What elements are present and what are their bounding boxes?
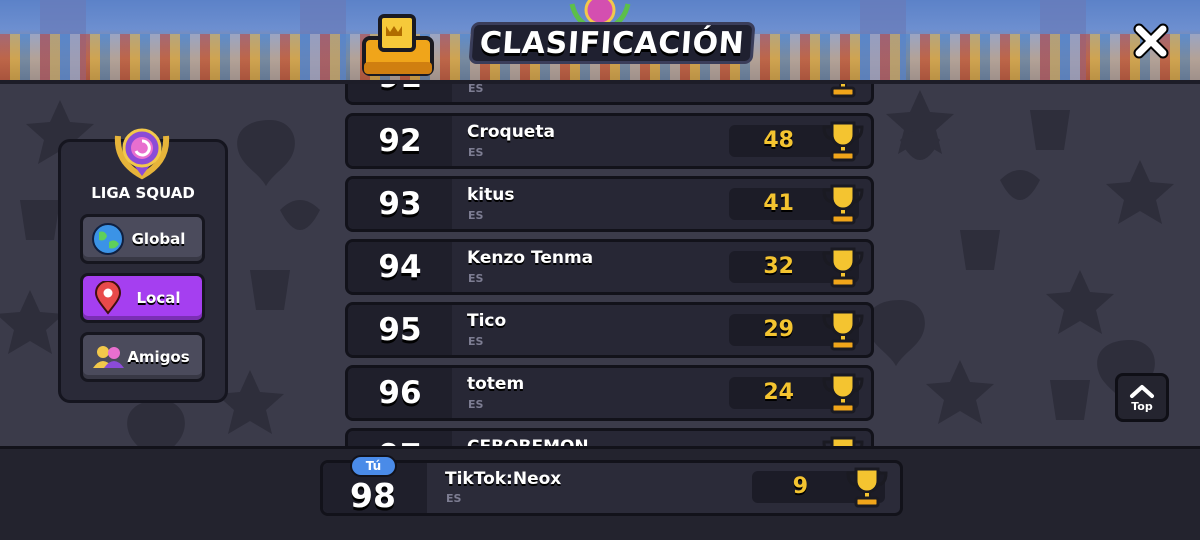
filter-local-label: Local bbox=[136, 289, 181, 307]
trophy-icon bbox=[846, 467, 888, 508]
row-score: 29 bbox=[763, 317, 794, 342]
scroll-top-button[interactable]: Top bbox=[1115, 373, 1169, 422]
row-rank: 95 bbox=[348, 305, 452, 355]
row-player-name: Tico bbox=[467, 311, 507, 331]
friends-icon bbox=[93, 346, 124, 368]
row-score: 32 bbox=[763, 254, 794, 279]
filter-global-button[interactable]: Global bbox=[80, 214, 205, 264]
row-score: 24 bbox=[763, 380, 794, 405]
close-button[interactable] bbox=[1128, 18, 1174, 64]
league-name: LIGA SQUAD bbox=[91, 184, 195, 202]
row-player-name: totem bbox=[467, 374, 525, 394]
close-icon bbox=[1133, 23, 1169, 59]
title-plate: CLASIFICACIÓN bbox=[468, 22, 756, 64]
self-score: 9 bbox=[792, 474, 808, 499]
self-rank: 98 bbox=[350, 476, 396, 515]
row-region: ES bbox=[468, 84, 484, 95]
trophy-icon bbox=[822, 373, 864, 414]
row-region: ES bbox=[468, 272, 484, 285]
row-rank: 93 bbox=[348, 179, 452, 229]
leaderboard-row[interactable]: 97 CEBOBEMON bbox=[345, 428, 874, 446]
row-player-name: Croqueta bbox=[467, 122, 555, 142]
page-title: CLASIFICACIÓN bbox=[478, 25, 746, 61]
filter-local-button[interactable]: Local bbox=[80, 273, 205, 323]
row-region: ES bbox=[468, 209, 484, 222]
row-region: ES bbox=[468, 146, 484, 159]
row-region: ES bbox=[468, 335, 484, 348]
chevron-up-icon bbox=[1130, 384, 1154, 398]
leaderboard-row[interactable]: 92 Croqueta ES 48 bbox=[345, 113, 874, 169]
leaderboard-row[interactable]: 94 Kenzo Tenma ES 32 bbox=[345, 239, 874, 295]
self-region: ES bbox=[446, 492, 462, 505]
leaderboard-row[interactable]: 93 kitus ES 41 bbox=[345, 176, 874, 232]
filter-global-label: Global bbox=[131, 230, 186, 248]
trophy-icon bbox=[830, 84, 856, 98]
trophy-icon bbox=[822, 247, 864, 288]
leaderboard-row[interactable]: 95 Tico ES 29 bbox=[345, 302, 874, 358]
row-player-name: CEBOBEMON bbox=[467, 437, 589, 446]
leaderboard-list[interactable]: 91 ES 92 Croqueta ES 48 93 kitus ES 41 bbox=[345, 84, 875, 446]
trophy-icon bbox=[822, 121, 864, 162]
row-score: 48 bbox=[763, 128, 794, 153]
row-region: ES bbox=[468, 398, 484, 411]
row-rank: 96 bbox=[348, 368, 452, 418]
row-rank: 92 bbox=[348, 116, 452, 166]
trophy-stack-icon bbox=[362, 14, 434, 76]
row-rank: 94 bbox=[348, 242, 452, 292]
self-player-name: TikTok:Neox bbox=[445, 469, 562, 489]
leaderboard-row[interactable]: 96 totem ES 24 bbox=[345, 365, 874, 421]
trophy-icon bbox=[822, 310, 864, 351]
trophy-icon bbox=[822, 436, 864, 446]
globe-icon bbox=[92, 223, 124, 255]
trophy-icon bbox=[822, 184, 864, 225]
row-player-name: kitus bbox=[467, 185, 515, 205]
league-emblem-icon bbox=[114, 128, 170, 180]
map-pin-icon bbox=[94, 281, 122, 315]
row-score: 41 bbox=[763, 191, 794, 216]
row-rank: 91 bbox=[348, 84, 452, 102]
row-player-name: Kenzo Tenma bbox=[467, 248, 594, 268]
you-badge: Tú bbox=[350, 455, 397, 477]
leaderboard-row[interactable]: 91 ES bbox=[345, 84, 874, 105]
scroll-top-label: Top bbox=[1131, 399, 1153, 413]
row-rank: 97 bbox=[348, 431, 452, 446]
filter-friends-label: Amigos bbox=[127, 348, 190, 366]
filter-friends-button[interactable]: Amigos bbox=[80, 332, 205, 382]
